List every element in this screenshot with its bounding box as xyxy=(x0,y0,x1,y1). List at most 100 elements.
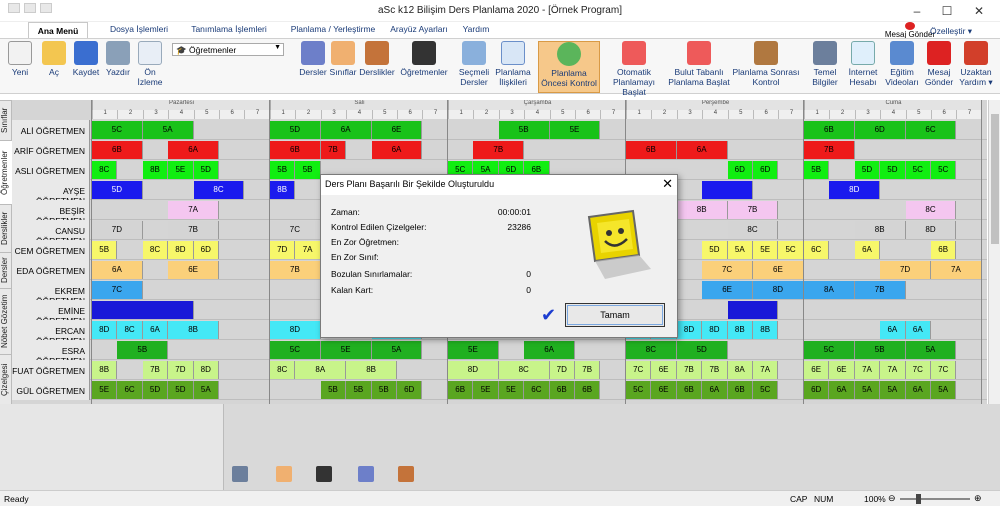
lesson-card[interactable]: 5E xyxy=(320,341,372,359)
lesson-card[interactable]: 5C xyxy=(804,341,855,359)
teacher-name[interactable]: ALİ ÖĞRETMEN xyxy=(12,120,90,140)
teacher-name[interactable]: CANSU ÖĞRETMEN xyxy=(12,220,90,246)
lesson-card[interactable]: 8D xyxy=(92,321,118,339)
tab-planlama-yerlestirme[interactable]: Planlama / Yerleştirme xyxy=(282,24,384,34)
lesson-card[interactable]: 7A xyxy=(854,361,881,379)
teacher-name[interactable]: GÜL ÖĞRETMEN xyxy=(12,380,90,400)
lesson-card[interactable]: 5D xyxy=(676,341,728,359)
egitim-videolari-button[interactable]: Eğitim Videoları xyxy=(884,41,920,87)
lesson-card[interactable]: 7B xyxy=(702,361,728,379)
lesson-card[interactable]: 6E xyxy=(651,361,677,379)
lesson-card[interactable]: 6B xyxy=(549,381,575,399)
lesson-card[interactable]: 6E xyxy=(804,361,830,379)
lesson-card[interactable]: 6B xyxy=(804,121,855,139)
lesson-card[interactable]: 8D xyxy=(676,321,703,339)
lesson-card[interactable]: 5A xyxy=(142,121,194,139)
lesson-card[interactable]: 6A xyxy=(829,381,855,399)
secmeli-dersler-button[interactable]: Seçmeli Dersler xyxy=(456,41,492,87)
teacher-name[interactable]: EMİNE ÖĞRETMEN xyxy=(12,300,90,326)
lesson-card[interactable]: 7C xyxy=(905,361,931,379)
teacher-name[interactable]: ASLI ÖĞRETMEN xyxy=(12,160,90,180)
lesson-card[interactable]: 6D xyxy=(727,161,753,179)
lesson-card[interactable]: 8B xyxy=(753,321,779,339)
side-tab-ogretmenler[interactable]: Öğretmenler xyxy=(0,140,12,204)
planlama-sonrasi-kontrol-button[interactable]: Planlama Sonrası Kontrol xyxy=(732,41,800,87)
lesson-card[interactable]: 5E xyxy=(473,381,499,399)
lesson-card[interactable]: 6A xyxy=(142,321,169,339)
side-tab-siniflar[interactable]: Sınıflar xyxy=(0,100,12,140)
lesson-card[interactable]: 6A xyxy=(905,381,931,399)
tab-yardim[interactable]: Yardım xyxy=(456,24,496,34)
lesson-card[interactable]: 6B xyxy=(931,241,957,259)
building-icon[interactable] xyxy=(232,466,248,482)
planlama-iliskileri-button[interactable]: Planlama İlişkileri xyxy=(494,41,532,87)
ozellestir-menu[interactable]: Özelleştir ▾ xyxy=(930,26,972,37)
side-tab-nobet-gozetim[interactable]: Nöbet Gözetim xyxy=(0,288,12,354)
lesson-card[interactable]: 5B xyxy=(371,381,397,399)
lesson-card[interactable]: 8B xyxy=(142,161,169,179)
lesson-card[interactable]: 5B xyxy=(320,381,347,399)
lesson-card[interactable]: 5A xyxy=(371,341,423,359)
lesson-card[interactable]: 8D xyxy=(829,181,881,199)
lesson-card[interactable]: 6A xyxy=(524,341,575,359)
lesson-card[interactable]: 6B xyxy=(92,141,143,159)
lesson-card[interactable]: 6A xyxy=(168,141,219,159)
lesson-card[interactable]: 6C xyxy=(524,381,550,399)
tab-dosya-islemleri[interactable]: Dosya İşlemleri xyxy=(102,24,176,34)
lesson-card[interactable]: 8A xyxy=(295,361,347,379)
lesson-card[interactable]: 5C xyxy=(931,161,957,179)
lesson-card[interactable]: 6E xyxy=(753,261,804,279)
lesson-card[interactable]: 8B xyxy=(346,361,397,379)
lesson-card[interactable]: 7A xyxy=(880,361,906,379)
lesson-card[interactable]: 6A xyxy=(854,241,881,259)
lesson-card[interactable]: 8C xyxy=(498,361,550,379)
lesson-card[interactable]: 7D xyxy=(270,241,296,259)
lesson-card[interactable]: 6B xyxy=(575,381,601,399)
lesson-card[interactable]: 6D xyxy=(193,241,219,259)
lesson-card[interactable]: 6B xyxy=(270,141,321,159)
lesson-card[interactable]: 8B xyxy=(727,321,753,339)
scrollbar-thumb[interactable] xyxy=(991,114,999,244)
lesson-card[interactable]: 5A xyxy=(905,341,957,359)
side-tab-dersler[interactable]: Dersler xyxy=(0,252,12,288)
lesson-card[interactable]: 8C xyxy=(626,341,677,359)
lesson-card[interactable]: 6B xyxy=(626,141,677,159)
lesson-card[interactable]: 5A xyxy=(931,381,957,399)
lesson-card[interactable]: 6B xyxy=(448,381,474,399)
lesson-card[interactable]: 6E xyxy=(168,261,219,279)
lesson-card[interactable]: 7B xyxy=(270,261,321,279)
lesson-card[interactable]: 8C xyxy=(727,221,779,239)
side-tab-cizelgesi[interactable]: Çizelgesi xyxy=(0,354,12,404)
teacher-name[interactable]: ESRA ÖĞRETMEN xyxy=(12,340,90,366)
teacher-name[interactable]: ERCAN ÖĞRETMEN xyxy=(12,320,90,346)
lesson-card[interactable]: 7B xyxy=(575,361,601,379)
lesson-card[interactable]: 6E xyxy=(651,381,677,399)
lesson-card[interactable]: 6A xyxy=(702,381,728,399)
zoom-slider[interactable] xyxy=(900,498,970,500)
lesson-card[interactable]: 7B xyxy=(804,141,855,159)
lesson-card[interactable]: 5D xyxy=(702,241,728,259)
lesson-card[interactable]: 7B xyxy=(168,221,219,239)
maximize-button[interactable]: ☐ xyxy=(932,2,962,20)
lesson-card[interactable]: 8B xyxy=(676,201,728,219)
lesson-card[interactable]: 5C xyxy=(905,161,931,179)
lesson-card[interactable]: 7A xyxy=(295,241,321,259)
lesson-card[interactable]: 5A xyxy=(193,381,219,399)
lesson-card[interactable]: 5D xyxy=(854,161,881,179)
lesson-card[interactable]: 8B xyxy=(92,361,118,379)
lesson-card[interactable]: 6A xyxy=(676,141,728,159)
lesson-card[interactable]: 5E xyxy=(168,161,194,179)
lesson-card[interactable]: 7C xyxy=(702,261,753,279)
lesson-card[interactable]: 8C xyxy=(92,161,118,179)
lesson-card[interactable]: 8D xyxy=(270,321,321,339)
zoom-in-icon[interactable]: ⊕ xyxy=(974,493,982,504)
teacher-name[interactable]: ARİF ÖĞRETMEN xyxy=(12,140,90,160)
lesson-card[interactable]: 5D xyxy=(880,161,906,179)
lesson-card[interactable]: 7B xyxy=(854,281,906,299)
lesson-card[interactable]: 7C xyxy=(626,361,652,379)
lesson-card[interactable]: 7C xyxy=(270,221,321,239)
lesson-card[interactable]: 6A xyxy=(880,321,906,339)
lesson-card[interactable]: 7A xyxy=(168,201,219,219)
lesson-card[interactable]: 8D xyxy=(168,241,194,259)
lesson-card[interactable]: 7A xyxy=(931,261,982,279)
